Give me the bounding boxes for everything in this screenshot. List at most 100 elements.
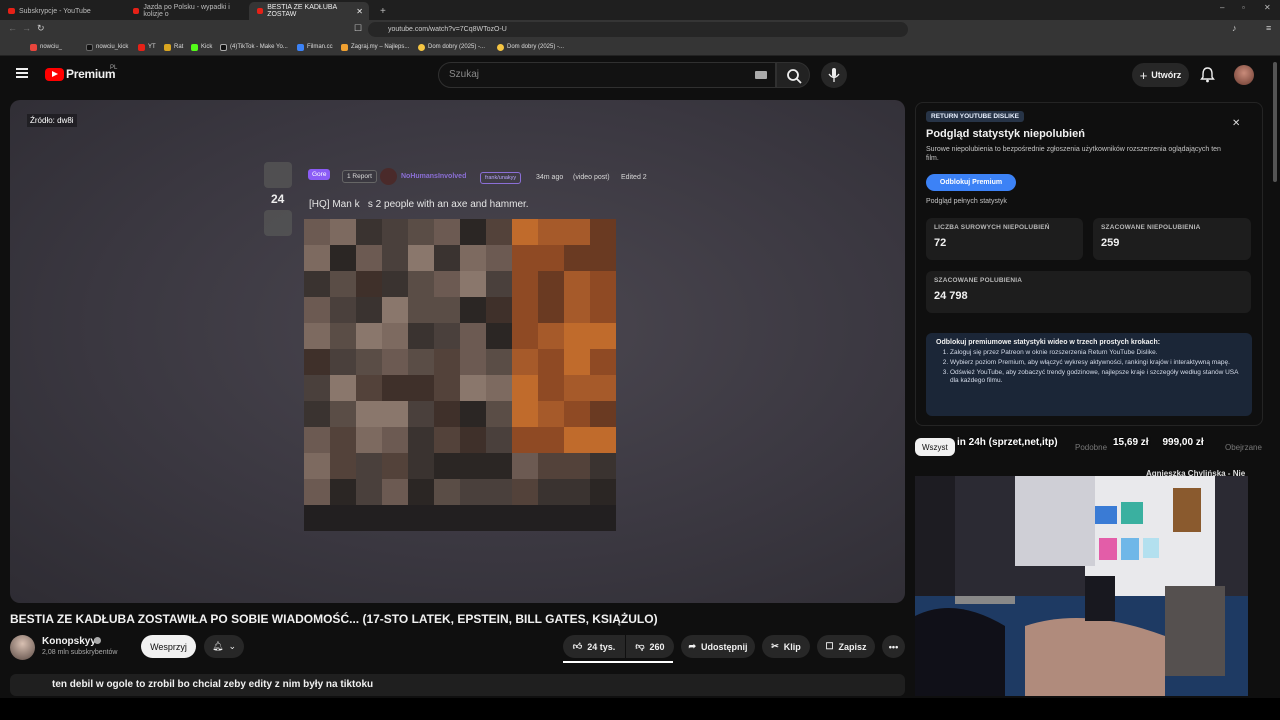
censor-pixel [486,375,512,401]
bookmark-label: nowciu_kick [96,44,129,50]
save-label: Zapisz [838,641,867,652]
maximize-icon[interactable]: ▫ [1242,3,1245,12]
page-scrollbar[interactable] [1273,62,1277,182]
bookmark-label: Kick [201,44,213,50]
channel-name[interactable]: Konopskyy [42,636,96,647]
censor-pixel [512,401,538,427]
censor-pixel [460,505,486,531]
voice-search-button[interactable] [821,62,847,88]
censor-pixel [538,219,564,245]
bookmark-icon: ☐ [825,641,834,651]
censor-pixel [538,297,564,323]
x-icon [86,43,93,51]
censor-pixel [564,453,590,479]
censor-pixel [330,505,356,531]
close-window-icon[interactable]: ✕ [1264,3,1271,12]
minimize-icon[interactable]: – [1220,3,1224,12]
music-icon[interactable]: ♪ [1232,23,1237,33]
create-button[interactable]: + Utwórz [1132,63,1189,87]
preview-stats-link[interactable]: Podgląd pełnych statystyk [926,198,1007,205]
censor-pixel [382,375,408,401]
bookmark-star-icon[interactable]: ☐ [354,23,362,34]
browser-tab[interactable]: Jazda po Polsku - wypadki i kolizje o [125,2,247,20]
censor-pixel [512,245,538,271]
close-icon[interactable]: ✕ [1232,118,1240,129]
search-input[interactable]: Szukaj [438,62,776,88]
censor-pixel [486,479,512,505]
chip-label: Wszyst [922,442,948,452]
menu-icon[interactable]: ≡ [1266,23,1271,33]
subscription-bell-button[interactable]: 🔔︎ ⌄ [204,635,244,658]
censor-pixel [434,245,460,271]
clip-label: Klip [783,641,801,652]
censor-pixel [590,245,616,271]
chip-watched[interactable]: Obejrzane [1218,438,1269,456]
bookmark-item[interactable]: nowciu_kick [86,41,128,53]
censor-pixel [408,219,434,245]
censor-pixel [382,323,408,349]
censor-pixel [538,427,564,453]
youtube-logo-icon[interactable] [45,68,64,81]
verified-icon [94,637,101,644]
notifications-bell-icon[interactable] [1200,67,1215,83]
censor-pixel [538,505,564,531]
browser-tab-active[interactable]: BESTIA ZE KADŁUBA ZOSTAW ✕ [249,2,369,20]
support-button[interactable]: Wesprzyj [141,635,196,658]
censor-pixel [590,479,616,505]
censor-pixel [590,219,616,245]
censor-pixel [356,401,382,427]
censor-pixel [590,375,616,401]
censor-pixel [304,375,330,401]
browser-tab[interactable]: Subskrypcje - YouTube [0,2,125,20]
forward-icon[interactable]: → [22,23,31,33]
censor-pixel [460,219,486,245]
back-icon[interactable]: ← [8,23,17,33]
user-avatar[interactable] [1234,65,1254,85]
bookmark-item[interactable]: (4)TikTok - Make Yo... [220,41,288,53]
chip-all[interactable]: Wszyst [915,438,955,456]
chip-related[interactable]: Podobne [1068,438,1114,456]
bookmark-item[interactable]: Kick [191,41,212,53]
censor-pixel [356,323,382,349]
subscriber-count: 2,08 mln subskrybentów [42,649,118,656]
bookmark-item[interactable]: Filman.cc [297,41,333,53]
censor-pixel [408,245,434,271]
censor-pixel [512,297,538,323]
censor-pixel [512,427,538,453]
new-tab-button[interactable]: + [372,2,386,20]
report-tag: 1 Report [342,170,377,183]
censor-pixel [382,219,408,245]
stat-value: 24 798 [934,290,968,302]
channel-avatar[interactable] [10,635,35,660]
like-button[interactable]: 👍︎ 24 tys. [563,635,625,658]
bookmark-item[interactable]: Zagraj.my – Najleps... [341,41,409,53]
youtube-icon [138,43,145,51]
url-input[interactable]: youtube.com/watch?v=7Cq8WTozO-U [368,22,908,37]
reload-icon[interactable]: ↻ [37,23,45,34]
censor-pixel [304,427,330,453]
stream-overlay-price: 15,69 zł 999,00 zł [1113,437,1204,448]
search-button[interactable] [776,62,810,88]
dislike-button[interactable]: 👎︎ 260 [626,635,674,658]
hamburger-menu-icon[interactable] [16,68,28,78]
bookmark-label: Zagraj.my – Najleps... [351,44,410,50]
clip-button[interactable]: ✂ Klip [762,635,810,658]
chevron-down-icon: ⌄ [228,641,236,651]
share-button[interactable]: ➦ Udostępnij [681,635,755,658]
stat-label: SZACOWANE POLUBIENIA [934,277,1023,284]
more-actions-button[interactable]: ••• [882,635,905,658]
bookmark-item[interactable]: nowciu_ [30,41,62,53]
save-button[interactable]: ☐ Zapisz [817,635,875,658]
unlock-premium-button[interactable]: Odblokuj Premium [926,174,1016,191]
bookmark-icon [297,43,304,51]
censor-pixel [356,453,382,479]
microphone-icon [828,68,840,82]
keyboard-icon[interactable] [755,71,767,79]
bookmark-item[interactable]: YT [138,41,156,53]
close-tab-icon[interactable]: ✕ [356,7,363,16]
bookmark-item[interactable]: Dom dobry (2025) -... [497,41,564,53]
stream-overlay-text: in 24h (sprzet,net,itp) [957,437,1058,448]
bookmark-item[interactable]: Dom dobry (2025) -... [418,41,485,53]
bookmark-item[interactable]: Rat [164,41,183,53]
tab-title: Subskrypcje - YouTube [19,7,91,15]
